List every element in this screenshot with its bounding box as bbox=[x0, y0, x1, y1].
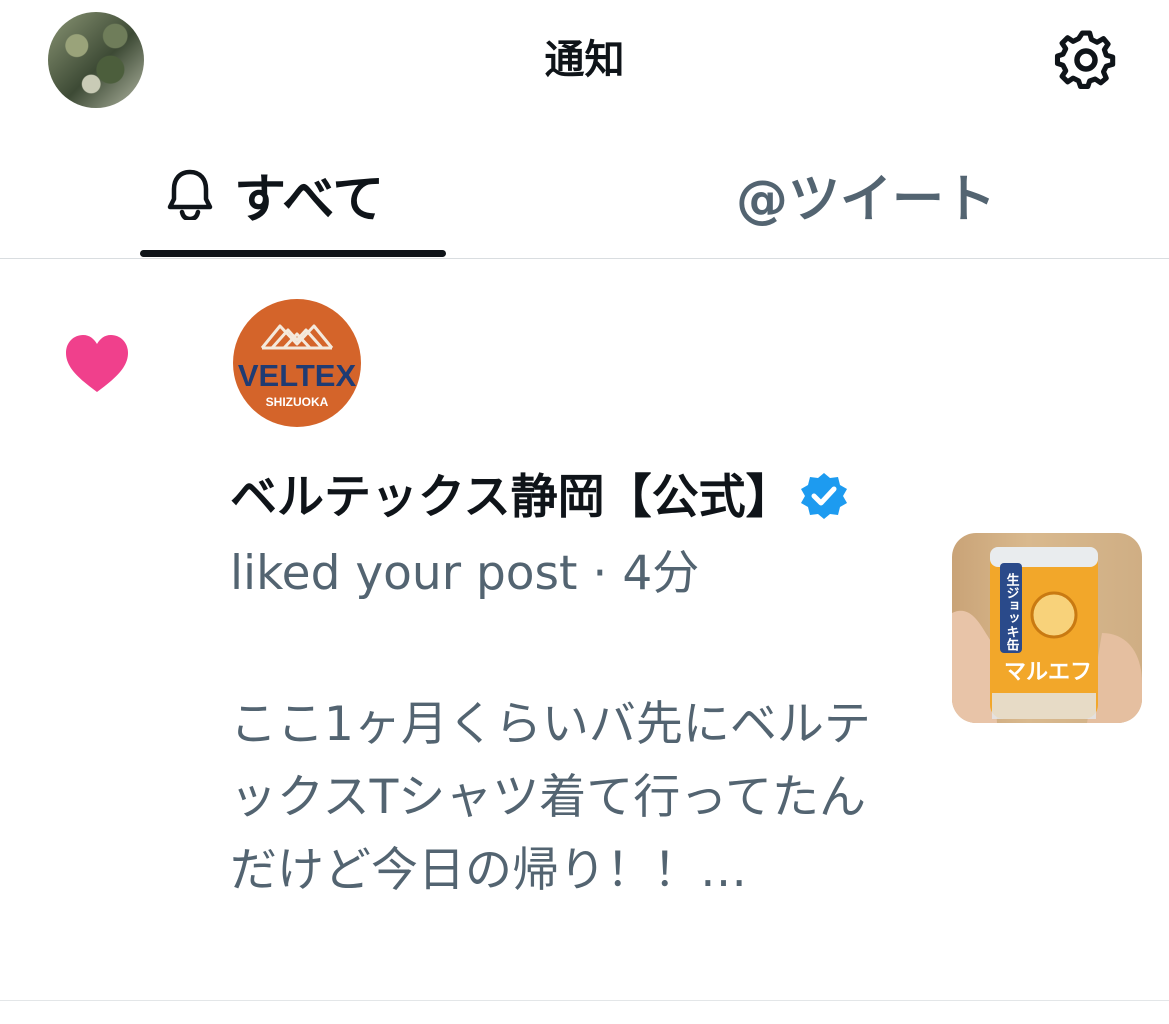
tab-bar: すべて @ツイート bbox=[0, 140, 1169, 259]
timestamp: 4分 bbox=[622, 546, 700, 601]
post-preview: ここ1ヶ月くらいバ先にベルテックスTシャツ着て行ってたんだけど今日の帰り！！… bbox=[230, 697, 871, 898]
logo-text: VELTEX bbox=[238, 358, 357, 393]
thumbnail-image: 生ジョッキ缶 マルエフ bbox=[952, 547, 1142, 723]
divider bbox=[0, 1000, 1169, 1001]
bell-icon bbox=[167, 169, 213, 220]
page-title: 通知 bbox=[544, 37, 625, 83]
heart-icon bbox=[66, 335, 128, 392]
verified-badge-icon bbox=[800, 473, 847, 519]
account-name[interactable]: ベルテックス静岡【公式】 bbox=[230, 470, 793, 525]
top-bar: 通知 bbox=[0, 0, 1169, 124]
notification-text: ベルテックス静岡【公式】 liked your post · 4分 bbox=[230, 460, 910, 612]
logo-subtext: SHIZUOKA bbox=[266, 395, 329, 409]
active-tab-indicator bbox=[140, 250, 446, 257]
account-avatar[interactable]: VELTEX SHIZUOKA bbox=[232, 298, 362, 428]
tab-mentions-label: @ツイート bbox=[736, 169, 997, 230]
separator: · bbox=[577, 546, 623, 601]
action-text: liked your post bbox=[230, 546, 578, 601]
tab-all[interactable]: すべて bbox=[166, 154, 384, 234]
post-thumbnail[interactable]: 生ジョッキ缶 マルエフ bbox=[952, 533, 1142, 723]
tab-mentions[interactable]: @ツイート bbox=[736, 154, 996, 234]
thumbnail-can-label: マルエフ bbox=[1004, 660, 1092, 685]
gear-icon[interactable] bbox=[1050, 28, 1122, 92]
thumbnail-can-tag: 生ジョッキ缶 bbox=[1004, 572, 1020, 651]
tab-all-label: すべて bbox=[234, 169, 385, 230]
